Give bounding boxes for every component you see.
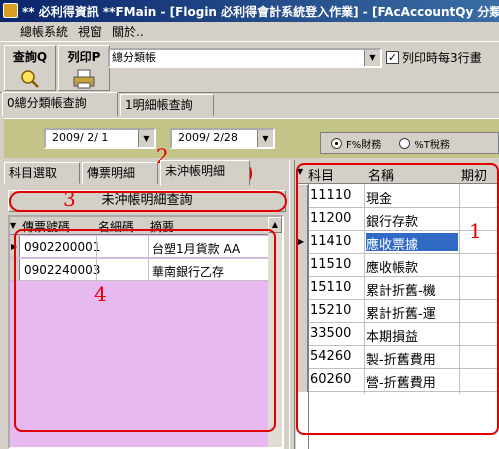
report-type-group: F%財務 %T稅務 xyxy=(320,132,499,154)
printer-icon xyxy=(73,69,95,89)
start-date-picker[interactable]: 2009/ 2/ 1 ▼ xyxy=(44,128,156,149)
annotation-label-1: 1 xyxy=(469,219,482,243)
annotation-label-3: 3 xyxy=(63,187,76,211)
title-bar: ** 必利得資訊 **FMain - [Flogin 必利得會計系統登入作業] … xyxy=(0,0,499,22)
menu-about[interactable]: 關於.. xyxy=(112,23,144,40)
query-button-label: 查詢Q xyxy=(12,50,48,64)
end-date-picker[interactable]: 2009/ 2/28 ▼ xyxy=(170,128,275,149)
report-select-value: 總分類帳 xyxy=(112,51,156,64)
finance-radio[interactable] xyxy=(331,137,342,149)
annotation-label-4: 4 xyxy=(94,282,107,306)
tax-radio-label: %T稅務 xyxy=(414,139,450,151)
print-option-label: 列印時每3行畫 xyxy=(402,51,482,65)
print-button-label: 列印P xyxy=(67,50,101,64)
query-button[interactable]: 查詢Q xyxy=(4,45,56,91)
tab-general-ledger[interactable]: 0總分類帳查詢 xyxy=(2,92,118,117)
end-date-value: 2009/ 2/28 xyxy=(178,131,238,144)
menu-window[interactable]: 視窗 xyxy=(78,23,102,40)
magnifier-icon xyxy=(21,70,39,88)
annotation-box-4 xyxy=(14,229,276,432)
chevron-down-icon[interactable]: ▼ xyxy=(364,50,380,66)
print-option-checkbox[interactable]: ✓ xyxy=(386,51,399,64)
annotation-box-3 xyxy=(9,191,287,212)
start-date-value: 2009/ 2/ 1 xyxy=(52,131,109,144)
sort-indicator-icon: ▼ xyxy=(10,221,17,230)
chevron-down-icon[interactable]: ▼ xyxy=(257,130,273,147)
splitter[interactable] xyxy=(289,160,295,449)
menu-bar: 總帳系統 視窗 關於.. xyxy=(0,22,499,42)
report-select[interactable]: 總分類帳 ▼ xyxy=(108,48,382,68)
print-button[interactable]: 列印P xyxy=(58,45,110,91)
chevron-down-icon[interactable]: ▼ xyxy=(138,130,154,147)
tab-detail-ledger[interactable]: 1明細帳查詢 xyxy=(120,94,214,116)
tab-account-select[interactable]: 科目選取 xyxy=(4,162,80,184)
app-icon xyxy=(3,3,18,18)
tab-voucher-detail[interactable]: 傳票明細 xyxy=(82,162,158,184)
main-tabs: 0總分類帳查詢 1明細帳查詢 xyxy=(0,92,499,118)
menu-general-ledger[interactable]: 總帳系統 xyxy=(20,23,68,40)
finance-radio-label: F%財務 xyxy=(346,139,382,151)
tax-radio[interactable] xyxy=(399,137,411,149)
tab-unsettled-detail[interactable]: 未沖帳明細 xyxy=(160,160,250,186)
annotation-box-1 xyxy=(296,163,499,435)
window-title: ** 必利得資訊 **FMain - [Flogin 必利得會計系統登入作業] … xyxy=(22,4,499,19)
